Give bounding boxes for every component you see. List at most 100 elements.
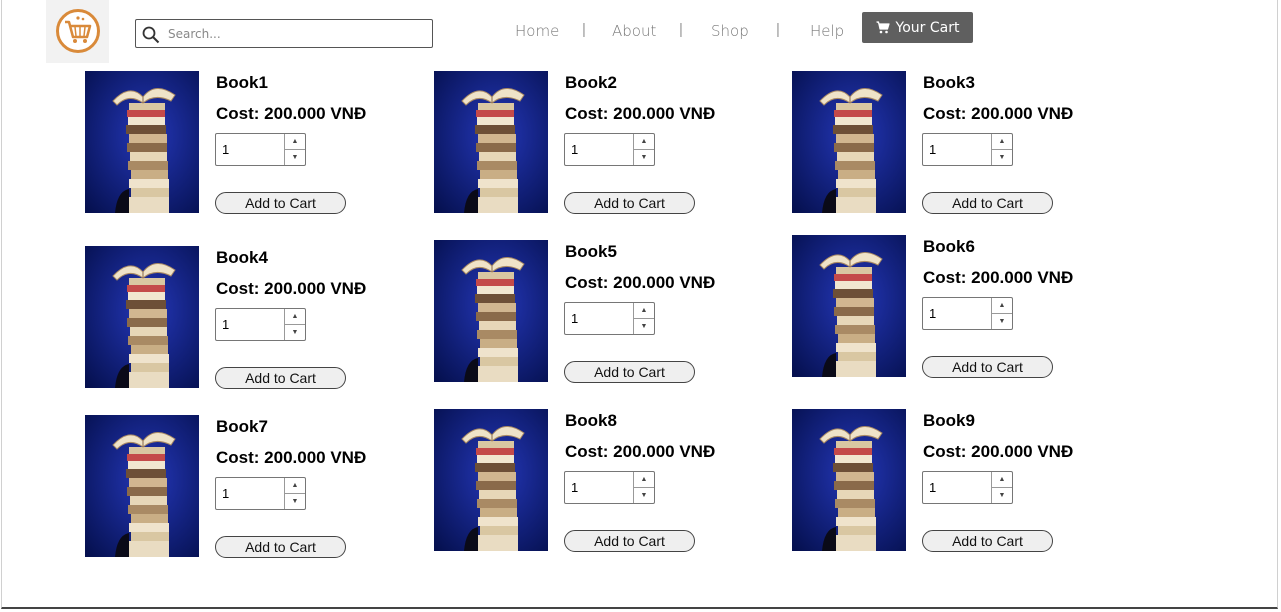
your-cart-label: Your Cart [895, 19, 960, 36]
product-cost: Cost: 200.000 VNĐ [565, 104, 716, 123]
quantity-value[interactable]: 1 [929, 306, 936, 321]
product-cost: Cost: 200.000 VNĐ [565, 273, 716, 292]
product-cost: Cost: 200.000 VNĐ [923, 442, 1074, 461]
search-box[interactable] [135, 19, 433, 48]
product-card-8: Book8 Cost: 200.000 VNĐ 1 ▲ ▼ Add to Car… [434, 409, 734, 559]
quantity-value[interactable]: 1 [929, 142, 936, 157]
quantity-stepper[interactable]: 1 ▲ ▼ [922, 471, 1013, 504]
product-card-1: Book1 Cost: 200.000 VNĐ 1 ▲ ▼ Add to Car… [85, 71, 385, 221]
spin-up-icon[interactable]: ▲ [992, 472, 1012, 488]
quantity-spinner[interactable]: ▲ ▼ [991, 472, 1012, 503]
product-name: Book4 [216, 248, 268, 267]
spin-down-icon[interactable]: ▼ [285, 494, 305, 509]
product-card-5: Book5 Cost: 200.000 VNĐ 1 ▲ ▼ Add to Car… [434, 240, 734, 390]
spin-down-icon[interactable]: ▼ [634, 150, 654, 165]
quantity-spinner[interactable]: ▲ ▼ [633, 303, 654, 334]
nav-separator: | [776, 21, 780, 38]
nav-shop[interactable]: Shop [711, 22, 749, 42]
add-to-cart-button[interactable]: Add to Cart [215, 367, 346, 389]
spin-up-icon[interactable]: ▲ [285, 478, 305, 494]
spin-down-icon[interactable]: ▼ [285, 325, 305, 340]
product-card-4: Book4 Cost: 200.000 VNĐ 1 ▲ ▼ Add to Car… [85, 246, 385, 396]
quantity-value[interactable]: 1 [222, 142, 229, 157]
quantity-stepper[interactable]: 1 ▲ ▼ [215, 133, 306, 166]
shopping-cart-logo-icon [56, 9, 100, 53]
product-card-7: Book7 Cost: 200.000 VNĐ 1 ▲ ▼ Add to Car… [85, 415, 385, 565]
spin-down-icon[interactable]: ▼ [285, 150, 305, 165]
book-stack-image [434, 240, 548, 382]
product-cost: Cost: 200.000 VNĐ [923, 268, 1074, 287]
spin-up-icon[interactable]: ▲ [634, 303, 654, 319]
spin-up-icon[interactable]: ▲ [992, 298, 1012, 314]
quantity-spinner[interactable]: ▲ ▼ [284, 478, 305, 509]
quantity-spinner[interactable]: ▲ ▼ [284, 134, 305, 165]
spin-up-icon[interactable]: ▲ [285, 309, 305, 325]
add-to-cart-button[interactable]: Add to Cart [215, 536, 346, 558]
spin-down-icon[interactable]: ▼ [992, 150, 1012, 165]
spin-up-icon[interactable]: ▲ [634, 134, 654, 150]
quantity-stepper[interactable]: 1 ▲ ▼ [922, 297, 1013, 330]
book-stack-image [792, 71, 906, 213]
product-card-9: Book9 Cost: 200.000 VNĐ 1 ▲ ▼ Add to Car… [792, 409, 1092, 559]
product-name: Book2 [565, 73, 617, 92]
book-stack-image [85, 415, 199, 557]
nav-about[interactable]: About [612, 22, 656, 42]
product-cost: Cost: 200.000 VNĐ [216, 448, 367, 467]
quantity-stepper[interactable]: 1 ▲ ▼ [215, 308, 306, 341]
search-icon[interactable] [142, 26, 160, 44]
quantity-stepper[interactable]: 1 ▲ ▼ [215, 477, 306, 510]
nav-help[interactable]: Help [810, 22, 844, 42]
product-name: Book8 [565, 411, 617, 430]
add-to-cart-button[interactable]: Add to Cart [564, 361, 695, 383]
add-to-cart-button[interactable]: Add to Cart [922, 356, 1053, 378]
quantity-value[interactable]: 1 [222, 317, 229, 332]
quantity-spinner[interactable]: ▲ ▼ [633, 134, 654, 165]
spin-up-icon[interactable]: ▲ [634, 472, 654, 488]
spin-up-icon[interactable]: ▲ [285, 134, 305, 150]
quantity-stepper[interactable]: 1 ▲ ▼ [564, 133, 655, 166]
product-cost: Cost: 200.000 VNĐ [923, 104, 1074, 123]
product-name: Book5 [565, 242, 617, 261]
quantity-spinner[interactable]: ▲ ▼ [633, 472, 654, 503]
nav-home[interactable]: Home [515, 22, 559, 42]
spin-up-icon[interactable]: ▲ [992, 134, 1012, 150]
quantity-value[interactable]: 1 [222, 486, 229, 501]
product-card-2: Book2 Cost: 200.000 VNĐ 1 ▲ ▼ Add to Car… [434, 71, 734, 221]
product-name: Book3 [923, 73, 975, 92]
quantity-value[interactable]: 1 [929, 480, 936, 495]
product-name: Book9 [923, 411, 975, 430]
quantity-spinner[interactable]: ▲ ▼ [991, 298, 1012, 329]
add-to-cart-button[interactable]: Add to Cart [564, 530, 695, 552]
book-stack-image [792, 409, 906, 551]
search-input[interactable] [168, 23, 418, 44]
product-card-3: Book3 Cost: 200.000 VNĐ 1 ▲ ▼ Add to Car… [792, 71, 1092, 221]
quantity-value[interactable]: 1 [571, 311, 578, 326]
quantity-spinner[interactable]: ▲ ▼ [991, 134, 1012, 165]
quantity-stepper[interactable]: 1 ▲ ▼ [564, 302, 655, 335]
spin-down-icon[interactable]: ▼ [634, 488, 654, 503]
book-stack-image [85, 71, 199, 213]
add-to-cart-button[interactable]: Add to Cart [215, 192, 346, 214]
product-name: Book1 [216, 73, 268, 92]
quantity-value[interactable]: 1 [571, 480, 578, 495]
add-to-cart-button[interactable]: Add to Cart [564, 192, 695, 214]
quantity-spinner[interactable]: ▲ ▼ [284, 309, 305, 340]
product-cost: Cost: 200.000 VNĐ [216, 104, 367, 123]
add-to-cart-button[interactable]: Add to Cart [922, 530, 1053, 552]
product-name: Book6 [923, 237, 975, 256]
logo[interactable] [46, 0, 109, 63]
your-cart-button[interactable]: Your Cart [862, 12, 973, 43]
book-stack-image [434, 71, 548, 213]
spin-down-icon[interactable]: ▼ [992, 488, 1012, 503]
product-cost: Cost: 200.000 VNĐ [565, 442, 716, 461]
quantity-stepper[interactable]: 1 ▲ ▼ [564, 471, 655, 504]
product-name: Book7 [216, 417, 268, 436]
product-cost: Cost: 200.000 VNĐ [216, 279, 367, 298]
nav-separator: | [679, 21, 683, 38]
quantity-stepper[interactable]: 1 ▲ ▼ [922, 133, 1013, 166]
add-to-cart-button[interactable]: Add to Cart [922, 192, 1053, 214]
book-stack-image [85, 246, 199, 388]
spin-down-icon[interactable]: ▼ [992, 314, 1012, 329]
spin-down-icon[interactable]: ▼ [634, 319, 654, 334]
quantity-value[interactable]: 1 [571, 142, 578, 157]
